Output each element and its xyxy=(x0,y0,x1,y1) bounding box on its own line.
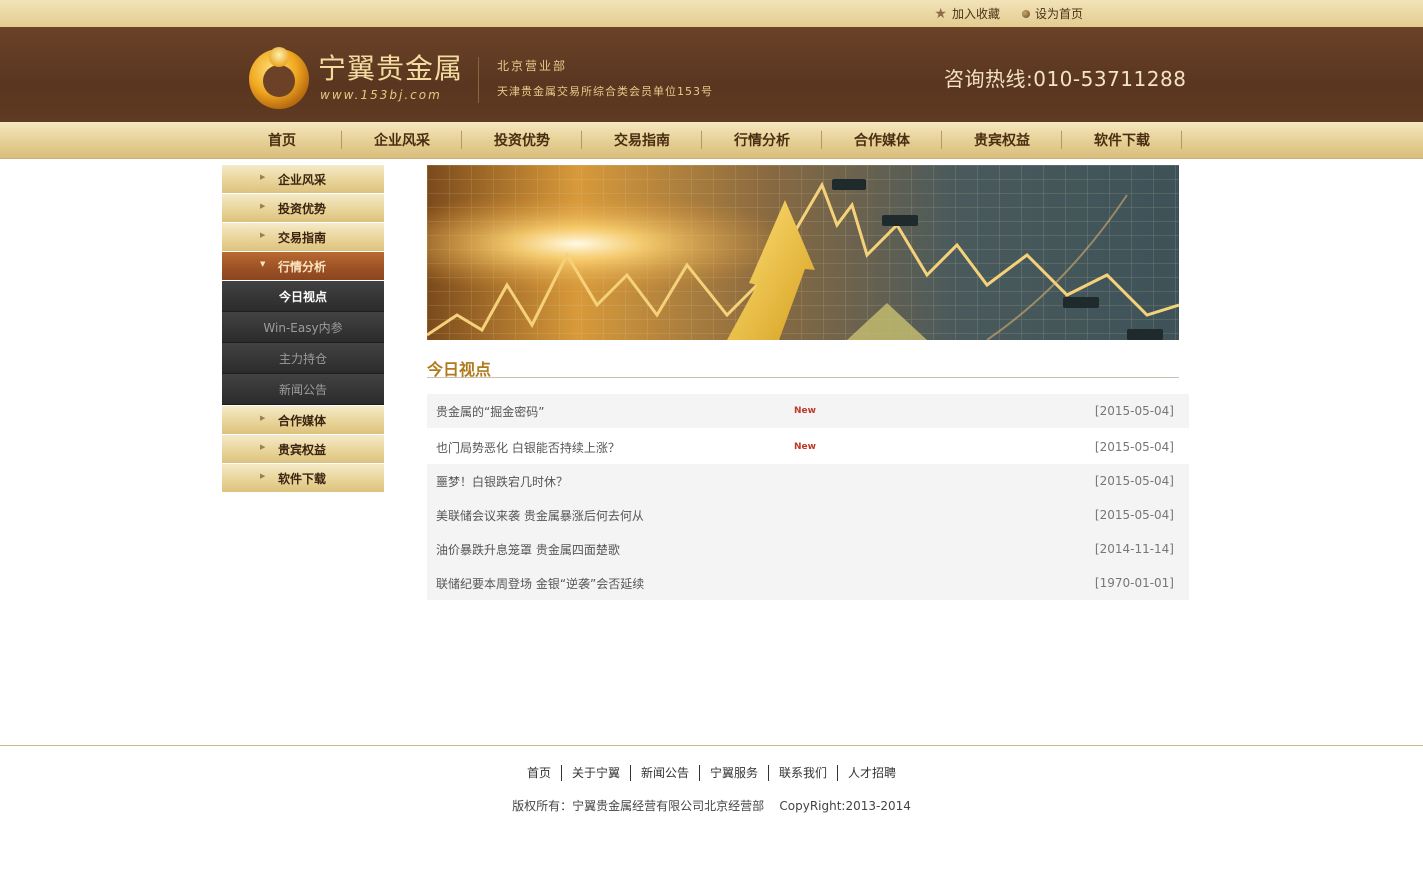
add-favorite-label: 加入收藏 xyxy=(951,7,1000,21)
footer-link-services[interactable]: 宁翼服务 xyxy=(700,764,768,781)
nav-item-media[interactable]: 合作媒体 xyxy=(822,122,942,158)
nav-item-trading-guide[interactable]: 交易指南 xyxy=(582,122,702,158)
sidebar-item-advantages[interactable]: ▶ 投资优势 xyxy=(222,194,384,222)
sidebar-subitem-main-positions[interactable]: 主力持仓 xyxy=(222,343,384,374)
news-date: [2015-05-04] xyxy=(1094,474,1174,488)
set-homepage-label: 设为首页 xyxy=(1034,7,1083,21)
sidebar-item-label: 合作媒体 xyxy=(278,413,327,428)
sidebar-item-vip[interactable]: ▶ 贵宾权益 xyxy=(222,435,384,463)
hotline: 咨询热线:010-53711288 xyxy=(944,67,1187,91)
footer-link-home[interactable]: 首页 xyxy=(517,764,561,781)
news-title[interactable]: 美联储会议来袭 贵金属暴涨后何去何从 xyxy=(436,507,644,524)
department-name: 北京营业部 xyxy=(497,59,568,73)
sidebar-item-label: 软件下载 xyxy=(278,471,327,486)
sidebar-item-company[interactable]: ▶ 企业风采 xyxy=(222,165,384,193)
footer-link-news[interactable]: 新闻公告 xyxy=(631,764,699,781)
sidebar-item-trading-guide[interactable]: ▶ 交易指南 xyxy=(222,223,384,251)
news-row[interactable]: 联储纪要本周登场 金银“逆袭”会否延续 [1970-01-01] xyxy=(427,566,1189,600)
news-title[interactable]: 油价暴跌升息笼罩 贵金属四面楚歌 xyxy=(436,541,620,558)
brand-name: 宁翼贵金属 xyxy=(318,52,464,85)
sidebar-item-download[interactable]: ▶ 软件下载 xyxy=(222,464,384,492)
section-divider xyxy=(427,377,1179,378)
news-date: [2014-11-14] xyxy=(1094,542,1174,556)
new-badge: New xyxy=(794,442,816,452)
banner-image xyxy=(427,165,1179,340)
arrow-right-icon: ▶ xyxy=(260,443,266,451)
news-row[interactable]: 美联储会议来袭 贵金属暴涨后何去何从 [2015-05-04] xyxy=(427,498,1189,532)
header-divider xyxy=(478,57,479,103)
footer-divider xyxy=(0,745,1423,746)
nav-item-advantages[interactable]: 投资优势 xyxy=(462,122,582,158)
sidebar: ▶ 企业风采 ▶ 投资优势 ▶ 交易指南 ▼ 行情分析 今日视点 Win-Eas… xyxy=(222,165,384,493)
news-title[interactable]: 贵金属的“掘金密码” xyxy=(436,403,544,420)
arrow-right-icon: ▶ xyxy=(260,414,266,422)
sidebar-subitem-today-view[interactable]: 今日视点 xyxy=(222,281,384,312)
arrow-right-icon: ▶ xyxy=(260,202,266,210)
top-utility-bar: ★ 加入收藏 设为首页 xyxy=(0,0,1423,27)
news-date: [1970-01-01] xyxy=(1094,576,1174,590)
nav-item-vip[interactable]: 贵宾权益 xyxy=(942,122,1062,158)
bullet-icon xyxy=(1021,9,1030,18)
arrow-right-icon: ▶ xyxy=(260,472,266,480)
news-row[interactable]: 油价暴跌升息笼罩 贵金属四面楚歌 [2014-11-14] xyxy=(427,532,1189,566)
footer-link-careers[interactable]: 人才招聘 xyxy=(838,764,906,781)
sidebar-item-label: 贵宾权益 xyxy=(278,442,327,457)
star-icon: ★ xyxy=(934,5,947,22)
sidebar-item-label: 企业风采 xyxy=(278,172,327,187)
sidebar-item-market-analysis[interactable]: ▼ 行情分析 xyxy=(222,252,384,280)
news-title[interactable]: 也门局势恶化 白银能否持续上涨？ xyxy=(436,439,620,456)
sidebar-item-label: 交易指南 xyxy=(278,230,327,245)
footer-link-about[interactable]: 关于宁翼 xyxy=(562,764,630,781)
main-nav: 首页 企业风采 投资优势 交易指南 行情分析 合作媒体 贵宾权益 软件下载 xyxy=(0,122,1423,159)
member-info: 天津贵金属交易所综合类会员单位153号 xyxy=(497,85,713,98)
sidebar-subitem-news[interactable]: 新闻公告 xyxy=(222,374,384,405)
site-header: 宁翼贵金属 www.153bj.com 北京营业部 天津贵金属交易所综合类会员单… xyxy=(0,27,1423,122)
arrow-down-icon: ▼ xyxy=(260,260,266,268)
arrow-right-icon: ▶ xyxy=(260,231,266,239)
news-date: [2015-05-04] xyxy=(1094,508,1174,522)
nav-item-market-analysis[interactable]: 行情分析 xyxy=(702,122,822,158)
utility-links: ★ 加入收藏 设为首页 xyxy=(934,0,1083,27)
footer-link-contact[interactable]: 联系我们 xyxy=(769,764,837,781)
news-row[interactable]: 贵金属的“掘金密码” New [2015-05-04] xyxy=(427,394,1189,430)
news-date: [2015-05-04] xyxy=(1094,440,1174,454)
news-row[interactable]: 噩梦！白银跌宕几时休？ [2015-05-04] xyxy=(427,464,1189,498)
sidebar-submenu: 今日视点 Win-Easy内参 主力持仓 新闻公告 xyxy=(222,281,384,405)
sidebar-item-label: 投资优势 xyxy=(278,201,327,216)
copyright-text: 版权所有：宁翼贵金属经营有限公司北京经营部 CopyRight:2013-201… xyxy=(512,799,911,813)
nav-item-home[interactable]: 首页 xyxy=(222,122,342,158)
news-title[interactable]: 联储纪要本周登场 金银“逆袭”会否延续 xyxy=(436,575,644,592)
sidebar-subitem-win-easy[interactable]: Win-Easy内参 xyxy=(222,312,384,343)
news-title[interactable]: 噩梦！白银跌宕几时休？ xyxy=(436,473,568,490)
new-badge: New xyxy=(794,406,816,416)
news-row[interactable]: 也门局势恶化 白银能否持续上涨？ New [2015-05-04] xyxy=(427,430,1189,464)
sidebar-item-label: 行情分析 xyxy=(278,259,327,274)
set-homepage-link[interactable]: 设为首页 xyxy=(1021,5,1083,22)
sidebar-item-media[interactable]: ▶ 合作媒体 xyxy=(222,406,384,434)
add-favorite-link[interactable]: ★ 加入收藏 xyxy=(934,5,1000,22)
news-date: [2015-05-04] xyxy=(1094,404,1174,418)
footer-links: 首页 关于宁翼 新闻公告 宁翼服务 联系我们 人才招聘 xyxy=(0,764,1423,781)
logo-icon[interactable] xyxy=(246,43,312,109)
news-list: 贵金属的“掘金密码” New [2015-05-04] 也门局势恶化 白银能否持… xyxy=(427,394,1189,600)
arrow-right-icon: ▶ xyxy=(260,173,266,181)
nav-item-company[interactable]: 企业风采 xyxy=(342,122,462,158)
brand-url: www.153bj.com xyxy=(320,88,442,102)
nav-item-download[interactable]: 软件下载 xyxy=(1062,122,1182,158)
